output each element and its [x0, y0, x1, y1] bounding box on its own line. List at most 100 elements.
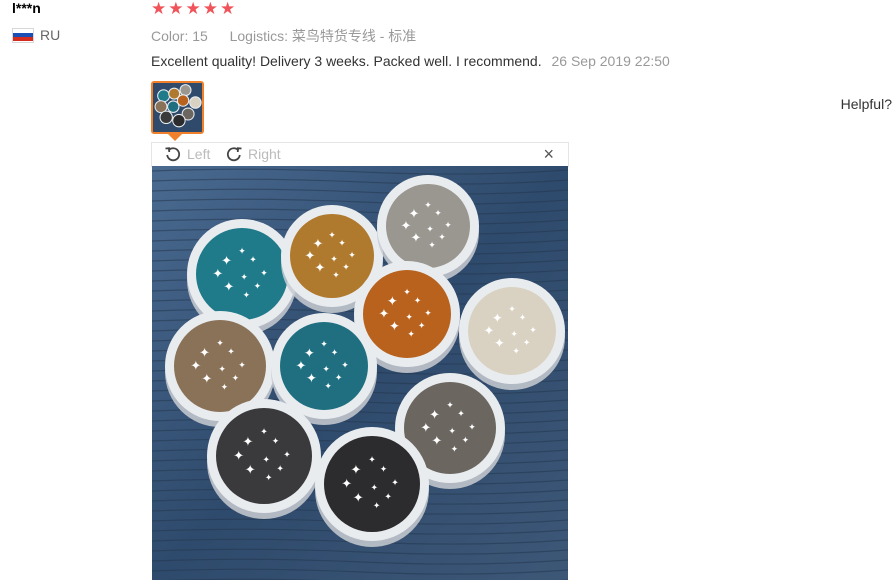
svg-text:✦: ✦ [238, 361, 246, 371]
svg-text:✦: ✦ [403, 288, 411, 298]
svg-text:✦: ✦ [451, 445, 459, 455]
svg-text:✦: ✦ [260, 428, 268, 438]
svg-text:✦: ✦ [315, 261, 326, 276]
russia-flag-icon [12, 27, 34, 43]
svg-text:✦: ✦ [348, 251, 356, 261]
svg-text:✦: ✦ [411, 231, 422, 246]
rotate-right-button[interactable]: Right [225, 145, 281, 163]
country-code: RU [40, 27, 61, 43]
svg-text:✦: ✦ [418, 322, 426, 332]
review-body: Excellent quality! Delivery 3 weeks. Pac… [151, 53, 670, 69]
photo-viewer: Left Right × ✦ ✦ ✦ ✦ ✦ ✦ ✦ ✦ ✦ ✦ ✦ ✦ ✦ ✦… [151, 142, 569, 580]
svg-text:✦: ✦ [529, 326, 537, 336]
rotate-left-label: Left [187, 146, 211, 162]
review-date: 26 Sep 2019 22:50 [551, 53, 670, 69]
svg-text:✦: ✦ [338, 239, 346, 249]
svg-text:✦: ✦ [462, 436, 470, 446]
review-photo: ✦ ✦ ✦ ✦ ✦ ✦ ✦ ✦ ✦ ✦ ✦ ✦ ✦ ✦ ✦ ✦ ✦ ✦ ✦ ✦ ✦ ✦ ✦ ✦ ✦ ✦ ✦ ✦ ✦ ✦ ✦ ✦ ✦ ✦ ✦ ✦ ✦ ✦ ✦ ✦… [152, 166, 568, 580]
svg-text:✦: ✦ [245, 463, 256, 478]
svg-text:✦: ✦ [494, 337, 505, 352]
svg-text:✦: ✦ [420, 421, 431, 436]
svg-text:✦: ✦ [218, 365, 226, 375]
svg-text:✦: ✦ [322, 365, 330, 375]
svg-text:✦: ✦ [342, 263, 350, 273]
color-label: Color: [151, 28, 189, 44]
svg-text:✦: ✦ [223, 280, 234, 295]
svg-text:✦: ✦ [232, 374, 240, 384]
svg-text:✦: ✦ [335, 374, 343, 384]
svg-text:✦: ✦ [371, 483, 379, 493]
svg-text:✦: ✦ [424, 201, 432, 211]
thumbnail-selected-indicator [168, 134, 182, 141]
svg-text:✦: ✦ [438, 233, 446, 243]
svg-text:✦: ✦ [190, 359, 201, 374]
svg-text:✦: ✦ [519, 313, 527, 323]
svg-text:✦: ✦ [233, 449, 244, 464]
black-jar-2: ✦ ✦✦✦ ✦✦✦ ✦✦ [315, 427, 429, 547]
svg-text:✦: ✦ [212, 267, 223, 282]
svg-text:✦: ✦ [378, 307, 389, 322]
logistics-value: 菜鸟特货专线 - 标准 [291, 28, 417, 44]
svg-text:✦: ✦ [424, 309, 432, 319]
star-icon: ★ [185, 0, 201, 18]
svg-text:✦: ✦ [249, 256, 257, 266]
svg-text:✦: ✦ [276, 465, 284, 475]
black-jar-1: ✦ ✦✦✦ ✦✦✦ ✦✦ [207, 399, 321, 519]
svg-text:✦: ✦ [350, 463, 361, 478]
svg-text:✦: ✦ [238, 247, 246, 257]
reviewer-country: RU [12, 27, 60, 43]
svg-text:✦: ✦ [510, 330, 518, 340]
svg-text:✦: ✦ [448, 427, 456, 437]
review-photo-image: ✦ ✦✦✦ ✦✦✦ ✦✦✦ ✦✦✦ ✦✦✦ ✦✦✦ ✦✦✦ ✦✦✦ ✦✦✦ ✦✦✦ ✦✦✦ ✦✦✦ ✦✦✦… [152, 166, 568, 580]
review-item: l***n RU ★ ★ ★ ★ ★ Color: 15 Logistics: 菜鸟特货… [0, 0, 895, 580]
svg-text:✦: ✦ [254, 282, 262, 292]
svg-text:✦: ✦ [201, 372, 212, 387]
svg-text:✦: ✦ [216, 339, 224, 349]
svg-text:✦: ✦ [341, 361, 349, 371]
color-value: 15 [192, 28, 208, 44]
svg-text:✦: ✦ [444, 221, 452, 231]
svg-text:✦: ✦ [426, 225, 434, 235]
svg-text:✦: ✦ [332, 271, 340, 281]
svg-text:✦: ✦ [431, 434, 442, 449]
svg-text:✦: ✦ [428, 241, 436, 251]
svg-text:✦: ✦ [380, 465, 388, 475]
reviewer-name: l***n [12, 0, 41, 16]
svg-text:✦: ✦ [512, 347, 520, 357]
viewer-toolbar: Left Right × [151, 142, 569, 167]
svg-text:✦: ✦ [330, 255, 338, 265]
svg-text:✦: ✦ [227, 348, 235, 358]
rotate-right-icon [226, 147, 242, 162]
svg-text:✦: ✦ [320, 340, 328, 350]
svg-text:✦: ✦ [240, 273, 248, 283]
svg-text:✦: ✦ [483, 324, 494, 339]
review-meta: Color: 15 Logistics: 菜鸟特货专线 - 标准 [151, 26, 416, 46]
star-icon: ★ [220, 0, 236, 18]
svg-text:✦: ✦ [295, 359, 306, 374]
svg-text:✦: ✦ [446, 401, 454, 411]
star-icon: ★ [168, 0, 184, 18]
star-rating: ★ ★ ★ ★ ★ [151, 0, 235, 18]
svg-text:✦: ✦ [414, 296, 422, 306]
svg-text:✦: ✦ [328, 231, 336, 241]
svg-text:✦: ✦ [341, 477, 352, 492]
review-photo-thumbnail[interactable] [151, 81, 204, 134]
rotate-left-button[interactable]: Left [164, 145, 210, 163]
close-viewer-button[interactable]: × [543, 144, 554, 164]
helpful-prompt[interactable]: Helpful? [841, 96, 892, 112]
rotate-right-label: Right [248, 146, 281, 162]
svg-text:✦: ✦ [353, 491, 364, 506]
svg-text:✦: ✦ [263, 455, 271, 465]
svg-text:✦: ✦ [401, 219, 412, 234]
svg-text:✦: ✦ [243, 291, 251, 301]
svg-text:✦: ✦ [324, 382, 332, 392]
star-icon: ★ [151, 0, 167, 18]
svg-text:✦: ✦ [221, 383, 229, 393]
svg-text:✦: ✦ [368, 456, 376, 466]
svg-text:✦: ✦ [407, 330, 415, 340]
svg-text:✦: ✦ [306, 372, 317, 387]
star-icon: ★ [202, 0, 218, 18]
svg-text:✦: ✦ [434, 209, 442, 219]
review-text: Excellent quality! Delivery 3 weeks. Pac… [151, 53, 542, 69]
svg-text:✦: ✦ [508, 305, 516, 315]
